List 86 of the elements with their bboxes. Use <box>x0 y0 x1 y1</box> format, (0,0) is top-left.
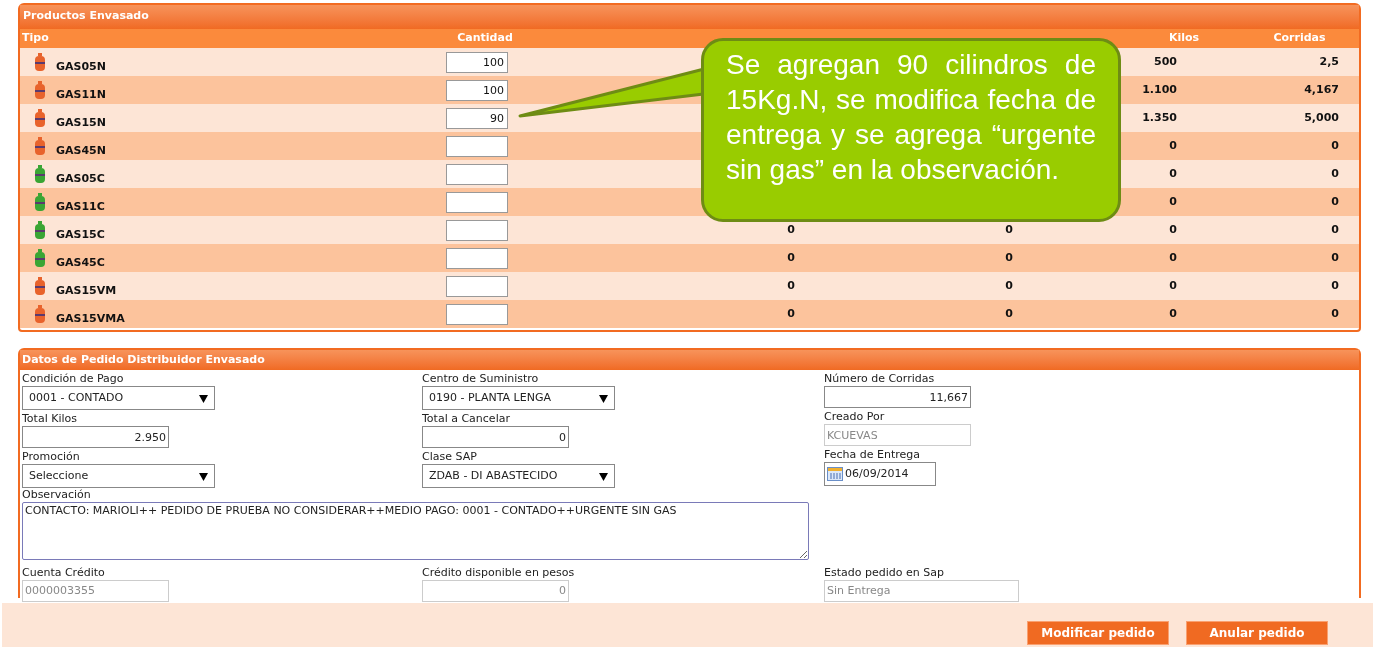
table-cell: 0 <box>1169 278 1177 292</box>
panel-title: Productos Envasado <box>20 5 1359 29</box>
table-cell: 0 <box>787 306 795 320</box>
table-cell: 0 <box>1331 278 1339 292</box>
input-field[interactable]: 2.950 <box>22 426 169 448</box>
column-header: Corridas <box>1273 31 1326 45</box>
table-cell: 0 <box>787 278 795 292</box>
quantity-field[interactable]: 100 <box>446 51 508 73</box>
quantity-field[interactable] <box>446 135 508 157</box>
panel-title: Datos de Pedido Distribuidor Envasado <box>20 350 1359 370</box>
table-cell: 500 <box>1154 54 1177 68</box>
input-field[interactable]: 11,667 <box>824 386 971 408</box>
table-cell: 0 <box>1331 194 1339 208</box>
field-label: Clase SAP <box>422 450 478 464</box>
input-field[interactable]: 0 <box>422 579 569 602</box>
dropdown[interactable]: 0190 - PLANTA LENGA <box>422 386 615 410</box>
product-type: GAS15N <box>56 115 106 131</box>
table-cell: 0 <box>1331 250 1339 264</box>
input-field[interactable]: Sin Entrega <box>824 579 1019 602</box>
input-field[interactable]: KCUEVAS <box>824 424 971 446</box>
table-cell: 0 <box>787 222 795 236</box>
quantity-field[interactable]: 90 <box>446 107 508 129</box>
quantity-field[interactable] <box>446 247 508 269</box>
table-cell: 0 <box>1169 138 1177 152</box>
column-header: Tipo <box>21 30 50 47</box>
input-field[interactable]: 0 <box>422 426 569 448</box>
table-cell: 1.350 <box>1142 110 1177 124</box>
input-field[interactable]: 0000003355 <box>22 579 169 602</box>
quantity-field[interactable] <box>446 303 508 325</box>
table-cell: 0 <box>1169 222 1177 236</box>
callout: Se agregan 90 cilindros de 15Kg.N, se modifica fecha de entrega y se agrega “urgente sin gas” en la observación. <box>701 38 1121 222</box>
field-label: Centro de Suministro <box>422 372 540 386</box>
table-cell: 0 <box>1169 250 1177 264</box>
field-label: Estado pedido en Sap <box>824 565 945 580</box>
dropdown-arrow-icon <box>599 471 608 481</box>
field-label: Total Kilos <box>22 412 78 426</box>
quantity-field[interactable] <box>446 191 508 213</box>
table-cell: 0 <box>1331 166 1339 180</box>
quantity-field[interactable] <box>446 163 508 185</box>
product-type: GAS05C <box>56 171 105 187</box>
product-type: GAS05N <box>56 59 106 75</box>
dropdown-arrow-icon <box>199 393 208 403</box>
product-type: GAS11C <box>56 199 105 215</box>
dropdown[interactable]: 0001 - CONTADO <box>22 386 215 410</box>
product-type: GAS45C <box>56 255 105 271</box>
date-field[interactable]: 06/09/2014 <box>824 462 936 486</box>
dropdown[interactable]: ZDAB - DI ABASTECIDO <box>422 464 615 488</box>
product-type: GAS15VMA <box>56 311 125 327</box>
dropdown[interactable]: Seleccione <box>22 464 215 488</box>
field-label: Promoción <box>22 450 81 464</box>
field-label: Total a Cancelar <box>422 412 511 426</box>
table-cell: 0 <box>1169 166 1177 180</box>
table-cell: 0 <box>787 250 795 264</box>
quantity-field[interactable]: 100 <box>446 79 508 101</box>
table-cell: 0 <box>1331 138 1339 152</box>
dropdown-arrow-icon <box>199 471 208 481</box>
product-type: GAS15C <box>56 227 105 243</box>
table-cell: 2,5 <box>1319 54 1339 68</box>
table-cell: 1.100 <box>1142 82 1177 96</box>
field-label: Crédito disponible en pesos <box>422 565 576 580</box>
dropdown-arrow-icon <box>599 393 608 403</box>
product-type: GAS15VM <box>56 283 117 299</box>
field-label: Condición de Pago <box>22 372 125 386</box>
product-type: GAS11N <box>56 87 106 103</box>
quantity-field[interactable] <box>446 275 508 297</box>
table-cell: 0 <box>1169 194 1177 208</box>
table-cell: 0 <box>1331 306 1339 320</box>
field-label: Creado Por <box>824 410 886 424</box>
table-cell: 0 <box>1005 278 1013 292</box>
quantity-field[interactable] <box>446 219 508 241</box>
calendar-icon <box>827 467 843 481</box>
field-label: Fecha de Entrega <box>824 448 921 462</box>
observation-field[interactable]: CONTACTO: MARIOLI++ PEDIDO DE PRUEBA NO CONSIDERAR++MEDIO PAGO: 0001 - CONTADO++URGENTE SIN GAS <box>22 502 809 560</box>
field-label: Observación <box>22 488 92 502</box>
field-label: Cuenta Crédito <box>22 565 106 580</box>
column-header: Kilos <box>1168 31 1200 45</box>
table-cell: 0 <box>1169 306 1177 320</box>
column-header: Cantidad <box>456 30 514 47</box>
table-cell: 4,167 <box>1304 82 1339 96</box>
table-cell: 0 <box>1005 250 1013 264</box>
field-label: Número de Corridas <box>824 372 936 386</box>
table-cell: 0 <box>1005 306 1013 320</box>
table-cell: 0 <box>1331 222 1339 236</box>
table-cell: 5,000 <box>1304 110 1339 124</box>
table-cell: 0 <box>1005 222 1013 236</box>
product-type: GAS45N <box>56 143 106 159</box>
